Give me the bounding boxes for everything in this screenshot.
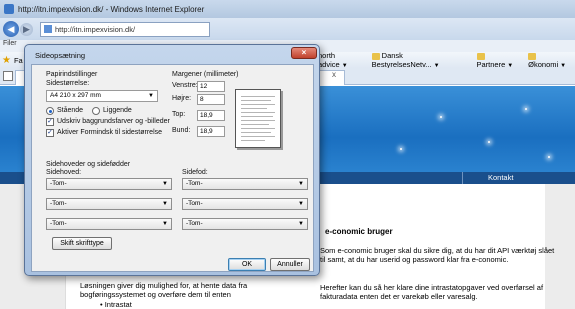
dialog-body: Papirindstillinger Sidestørrelse: A4 210… <box>31 64 314 272</box>
address-url: http://itn.impexvision.dk/ <box>55 24 136 34</box>
footer-right-select[interactable]: -Tom- ▼ <box>182 218 308 230</box>
print-background-checkbox[interactable]: ✓ <box>46 118 54 126</box>
chevron-down-icon: ▼ <box>162 221 168 227</box>
ok-button[interactable]: OK <box>228 258 266 271</box>
favorite-partnere[interactable]: Partnere ▼ <box>476 51 523 69</box>
portrait-radio[interactable] <box>46 107 54 115</box>
page-setup-dialog: Sideopsætning × Papirindstillinger Sides… <box>24 44 320 276</box>
favorites-links: north advice ▼ Dansk BestyrelsesNetv... ▼ … <box>318 51 575 69</box>
footer-center-select[interactable]: -Tom- ▼ <box>182 198 308 210</box>
forward-button[interactable]: ▶ <box>20 22 33 36</box>
section-paragraph-1: Som e-conomic bruger skal du sikre dig, … <box>320 246 555 264</box>
header-label: Sidehoved: <box>46 169 82 176</box>
print-background-label: Udskriv baggrundsfarver og -billeder <box>57 118 170 125</box>
shrink-to-fit-checkbox[interactable]: ✓ <box>46 129 54 137</box>
chevron-down-icon: ▼ <box>298 201 304 207</box>
header-left-select[interactable]: -Tom- ▼ <box>46 178 172 190</box>
margin-left-input[interactable]: 12 <box>197 81 225 92</box>
margin-bottom-input[interactable]: 18,9 <box>197 126 225 137</box>
left-bullet-item: • Intrastat <box>100 300 132 309</box>
margin-right-label: Højre: <box>172 95 192 102</box>
chevron-down-icon: ▼ <box>148 93 154 99</box>
menu-file[interactable]: Filer <box>3 40 17 47</box>
header-center-select[interactable]: -Tom- ▼ <box>46 198 172 210</box>
margin-bottom-label: Bund: <box>172 127 191 134</box>
footer-label: Sidefod: <box>182 169 208 176</box>
page-preview <box>235 89 281 148</box>
paper-settings-heading: Papirindstillinger <box>46 71 98 78</box>
nav-kontakt[interactable]: Kontakt <box>462 172 513 184</box>
section-paragraph-2: Herefter kan du så her klare dine intras… <box>320 283 544 301</box>
margin-top-input[interactable]: 18,9 <box>197 110 225 121</box>
margin-top-label: Top: <box>172 111 186 118</box>
favorite-okonomi[interactable]: Økonomi ▼ <box>528 51 575 69</box>
cancel-button[interactable]: Annuller <box>270 258 310 271</box>
header-footer-heading: Sidehoveder og sidefødder <box>46 161 131 168</box>
landscape-label: Liggende <box>103 107 132 114</box>
header-right-select[interactable]: -Tom- ▼ <box>46 218 172 230</box>
left-paragraph: Løsningen giver dig mulighed for, at hen… <box>80 281 248 299</box>
address-bar-row: ◀ ▶ http://itn.impexvision.dk/ <box>0 18 575 40</box>
favorite-dansk-bestyrelsesnetvaerk[interactable]: Dansk BestyrelsesNetv... ▼ <box>371 51 471 69</box>
window-title: http://itn.impexvision.dk/ - Windows Int… <box>18 4 205 14</box>
folder-icon <box>528 52 537 60</box>
section-title: e-conomic bruger <box>325 227 393 236</box>
favorites-label[interactable]: Fa <box>14 56 23 65</box>
back-button[interactable]: ◀ <box>3 21 19 37</box>
folder-icon <box>371 52 380 60</box>
favorite-north-advice[interactable]: north advice ▼ <box>318 51 366 69</box>
margins-heading: Margener (millimeter) <box>172 71 239 78</box>
chevron-down-icon: ▼ <box>162 201 168 207</box>
browser-title-bar: http://itn.impexvision.dk/ - Windows Int… <box>0 0 575 18</box>
quick-tabs-icon[interactable] <box>3 71 13 81</box>
internet-explorer-icon <box>4 4 14 14</box>
portrait-label: Stående <box>57 107 84 114</box>
footer-left-select[interactable]: -Tom- ▼ <box>182 178 308 190</box>
landscape-radio[interactable] <box>92 107 100 115</box>
tab-close-button[interactable]: x <box>332 70 336 79</box>
margin-right-input[interactable]: 8 <box>197 94 225 105</box>
chevron-down-icon: ▼ <box>162 181 168 187</box>
change-font-button[interactable]: Skift skrifttype <box>52 237 112 250</box>
chevron-down-icon: ▼ <box>298 221 304 227</box>
folder-icon <box>476 52 485 60</box>
paper-size-label: Sidestørrelse: <box>46 80 90 87</box>
paper-size-select[interactable]: A4 210 x 297 mm ▼ <box>46 90 158 102</box>
dialog-title: Sideopsætning <box>35 51 86 60</box>
chevron-down-icon: ▼ <box>298 181 304 187</box>
shrink-to-fit-label: Aktiver Formindsk til sidestørrelse <box>57 129 163 136</box>
page-icon <box>44 25 52 33</box>
address-input[interactable]: http://itn.impexvision.dk/ <box>40 21 210 37</box>
close-icon[interactable]: × <box>291 47 317 59</box>
favorites-star-icon[interactable]: ★ <box>2 55 11 66</box>
margin-left-label: Venstre: <box>172 82 198 89</box>
